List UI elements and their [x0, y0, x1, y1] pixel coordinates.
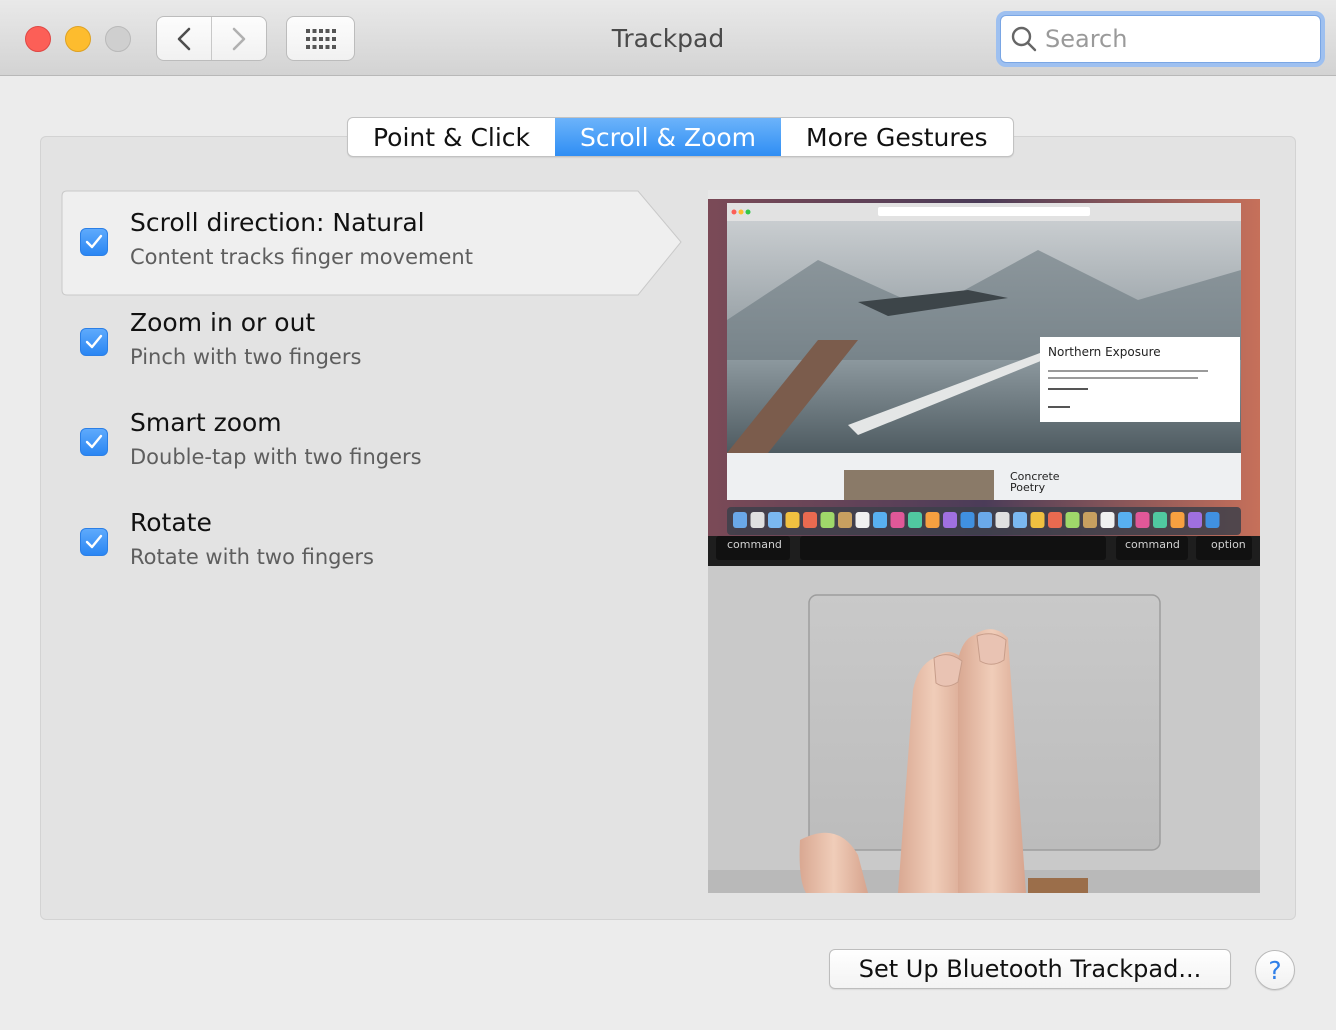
title-bar: Trackpad: [0, 0, 1336, 76]
dock-app-icon: [750, 512, 765, 528]
option-smart-zoom[interactable]: Smart zoom Double-tap with two fingers: [61, 390, 681, 495]
dock-app-icon: [1205, 512, 1220, 528]
checkmark-icon: [85, 234, 103, 249]
search-input[interactable]: [1045, 25, 1305, 53]
dock-app-icon: [1118, 512, 1132, 528]
dock-app-icon: [978, 512, 992, 528]
option-zoom-in-out[interactable]: Zoom in or out Pinch with two fingers: [61, 290, 681, 395]
dock-app-icon: [890, 512, 905, 528]
dock-app-icon: [1153, 512, 1167, 528]
smart-zoom-checkbox[interactable]: [80, 428, 108, 456]
key-command-left: command: [727, 538, 782, 551]
option-title: Rotate: [130, 508, 212, 537]
set-up-bluetooth-trackpad-button[interactable]: Set Up Bluetooth Trackpad...: [829, 949, 1231, 989]
tab-bar: Point & Click Scroll & Zoom More Gesture…: [347, 117, 1014, 157]
option-title: Smart zoom: [130, 408, 282, 437]
option-subtitle: Pinch with two fingers: [130, 345, 362, 369]
dock-app-icon: [768, 512, 782, 528]
dock-app-icon: [855, 512, 870, 528]
dock-app-icon: [803, 512, 817, 528]
dock-app-icon: [1135, 512, 1150, 528]
dock-app-icon: [1083, 512, 1097, 528]
dock-app-icon: [838, 512, 852, 528]
dock-app-icon: [1030, 512, 1045, 528]
dock-app-icon: [1100, 512, 1115, 528]
key-option: option: [1211, 538, 1246, 551]
dock-app-icon: [1013, 512, 1027, 528]
checkmark-icon: [85, 334, 103, 349]
dock-app-icon: [995, 512, 1010, 528]
option-scroll-direction[interactable]: Scroll direction: Natural Content tracks…: [61, 190, 682, 296]
dock-app-icon: [1048, 512, 1062, 528]
dock-app-icon: [1188, 512, 1202, 528]
dock-app-icon: [785, 512, 800, 528]
article-title: Northern Exposure: [1048, 345, 1161, 359]
dock-app-icon: [873, 512, 887, 528]
tab-scroll-zoom[interactable]: Scroll & Zoom: [555, 118, 782, 156]
second-title-line2: Poetry: [1010, 481, 1046, 494]
gesture-preview: Northern Exposure Concrete Poetry comman…: [708, 190, 1260, 893]
dock-app-icon: [1170, 512, 1185, 528]
option-title: Scroll direction: Natural: [130, 208, 425, 237]
dock-app-icon: [908, 512, 922, 528]
rotate-checkbox[interactable]: [80, 528, 108, 556]
dock-app-icon: [943, 512, 957, 528]
option-subtitle: Content tracks finger movement: [130, 245, 473, 269]
tab-more-gestures[interactable]: More Gestures: [781, 118, 1012, 156]
dock-app-icon: [960, 512, 975, 528]
option-subtitle: Rotate with two fingers: [130, 545, 374, 569]
dock-app-icon: [1065, 512, 1080, 528]
search-box: [1000, 15, 1321, 63]
dock-app-icon: [820, 512, 835, 528]
option-subtitle: Double-tap with two fingers: [130, 445, 422, 469]
option-rotate[interactable]: Rotate Rotate with two fingers: [61, 490, 681, 595]
key-command-right: command: [1125, 538, 1180, 551]
selection-highlight: [61, 190, 682, 296]
gesture-preview-illustration: Northern Exposure Concrete Poetry comman…: [708, 190, 1260, 893]
checkmark-icon: [85, 534, 103, 549]
search-field[interactable]: [996, 11, 1325, 67]
dock-app-icon: [925, 512, 940, 528]
scroll-direction-checkbox[interactable]: [80, 228, 108, 256]
zoom-in-out-checkbox[interactable]: [80, 328, 108, 356]
dock-app-icon: [733, 512, 747, 528]
help-button[interactable]: ?: [1255, 950, 1295, 990]
option-title: Zoom in or out: [130, 308, 316, 337]
tab-point-click[interactable]: Point & Click: [348, 118, 555, 156]
search-icon: [1011, 26, 1037, 52]
checkmark-icon: [85, 434, 103, 449]
